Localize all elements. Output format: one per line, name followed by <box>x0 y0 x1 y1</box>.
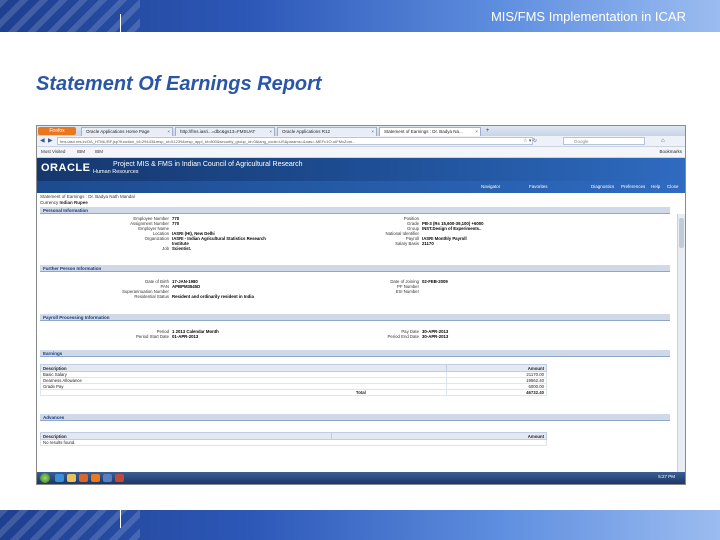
further-right: Date of Joining 02-FEB-2009 PF Number ESI… <box>390 279 448 294</box>
table-row: No results found. <box>40 439 547 446</box>
tab-label: Oracle Applications Home Page <box>86 129 150 134</box>
section-payroll: Payroll Processing Information <box>40 314 670 321</box>
firefox-menu-button[interactable]: Firefox <box>38 127 76 135</box>
oracle-banner: ORACLE Project MIS & FMS in Indian Counc… <box>37 158 685 181</box>
browser-tab-active[interactable]: Statement of Earnings : Dr. Badya Na... × <box>379 127 481 136</box>
header-underline <box>0 32 720 33</box>
bookmark-ibm[interactable]: IBM <box>77 147 85 157</box>
tab-label: Oracle Applications R12 <box>282 129 331 134</box>
slide-header-band: MIS/FMS Implementation in ICAR <box>0 0 720 33</box>
header-text: MIS/FMS Implementation in ICAR <box>490 9 686 24</box>
empty-message: No results found. <box>40 439 547 446</box>
browser-tab[interactable]: Oracle Applications Home Page × <box>81 127 173 136</box>
oracle-logo: ORACLE <box>41 162 91 174</box>
section-earnings: Earnings <box>40 350 670 357</box>
forward-icon[interactable]: ▶ <box>48 137 53 145</box>
taskbar-clock: 5:27 PM <box>658 474 675 479</box>
firefox-icon[interactable] <box>91 474 100 482</box>
close-icon[interactable]: × <box>475 128 478 136</box>
total-label: Total <box>40 389 447 396</box>
report-content: Statement of Earnings : Dr. Badya Nath M… <box>37 193 685 478</box>
personal-right: Position Grade PB-3 (Rs 15,600-39,100) +6… <box>385 216 484 246</box>
slide-title: Statement Of Earnings Report <box>36 73 322 95</box>
col-amount: Amount <box>445 364 548 372</box>
scrollbar-thumb[interactable] <box>679 218 684 248</box>
col-description: Description <box>40 432 332 440</box>
reload-icon[interactable]: ☆ ▾ ↻ <box>523 137 537 145</box>
search-input[interactable]: Google <box>563 137 645 145</box>
payroll-right: Pay Date 30-APR-2013 Period End Date 30-AP… <box>387 329 449 339</box>
col-amount: Amount <box>330 432 548 440</box>
header-divider <box>120 14 121 33</box>
app-icon[interactable] <box>103 474 112 482</box>
currency-value: Indian Rupee <box>59 200 88 205</box>
personal-left: Employee Number 770 Assignment Number 770 … <box>130 216 266 251</box>
favorites-menu[interactable]: Favorites <box>529 181 548 193</box>
total-value: 46732.40 <box>445 389 548 396</box>
close-icon[interactable]: × <box>269 128 272 136</box>
section-advances: Advances <box>40 414 670 421</box>
slide-footer-band <box>0 510 720 540</box>
windows-taskbar: 5:27 PM <box>37 472 685 484</box>
bookmarks-menu[interactable]: Bookmarks <box>659 147 682 157</box>
section-further: Further Person Information <box>40 265 670 272</box>
further-left: Date of Birth 17-JAN-1980 PAN APBPM3545D S… <box>122 279 254 299</box>
currency-label: Currency <box>40 200 59 205</box>
help-link[interactable]: Help <box>651 181 660 193</box>
back-icon[interactable]: ◀ <box>40 137 45 145</box>
ie-icon[interactable] <box>55 474 64 482</box>
col-description: Description <box>40 364 447 372</box>
oracle-global-nav: Navigator Favorites Diagnostics Preferen… <box>37 181 685 201</box>
breadcrumb: Statement of Earnings : Dr. Badya Nath M… <box>40 194 135 199</box>
navigator-menu[interactable]: Navigator <box>481 181 500 193</box>
powerpoint-icon[interactable] <box>115 474 124 482</box>
close-icon[interactable]: × <box>167 128 170 136</box>
home-icon[interactable]: ⌂ <box>661 137 665 145</box>
total-row: Total 46732.40 <box>40 389 548 396</box>
currency-row: Currency Indian Rupee <box>40 200 88 205</box>
payroll-left: Period 1 2013 Calendar Month Period Start… <box>136 329 219 339</box>
earnings-table: Description Amount Basic Salary 21170.00 … <box>40 364 548 396</box>
folder-icon[interactable] <box>67 474 76 482</box>
browser-tab[interactable]: http://fms.iasri...=dbc&gs13=FMSUAT × <box>175 127 275 136</box>
preferences-link[interactable]: Preferences <box>621 181 645 193</box>
start-icon[interactable] <box>40 473 50 483</box>
browser-url-bar: ◀ ▶ fms.iasri.res.in/OA_HTML/RF.jsp?func… <box>37 136 685 147</box>
new-tab-icon[interactable]: + <box>483 127 492 135</box>
url-input[interactable]: fms.iasri.res.in/OA_HTML/RF.jsp?function… <box>57 137 533 145</box>
tab-label: http://fms.iasri...=dbc&gs13=FMSUAT <box>180 129 256 134</box>
close-icon[interactable]: × <box>371 128 374 136</box>
bookmark-ibm-2[interactable]: IBM <box>95 147 103 157</box>
bookmark-most-visited[interactable]: Most Visited <box>41 147 65 157</box>
diagnostics-link[interactable]: Diagnostics <box>591 181 614 193</box>
browser-tab-bar: Firefox Oracle Applications Home Page × h… <box>37 126 685 136</box>
footer-decoration <box>0 510 140 540</box>
footer-divider <box>120 510 121 528</box>
advances-table: Description Amount No results found. <box>40 432 548 446</box>
header-decoration <box>0 0 140 33</box>
media-icon[interactable] <box>79 474 88 482</box>
oracle-subtitle: Human Resources <box>93 169 139 175</box>
page-scrollbar[interactable] <box>677 214 685 476</box>
browser-screenshot: Firefox Oracle Applications Home Page × h… <box>36 125 686 485</box>
banner-title: Project MIS & FMS in Indian Council of A… <box>113 161 303 168</box>
section-personal: Personal Information <box>40 207 670 214</box>
bookmarks-toolbar: Most Visited IBM IBM Bookmarks <box>37 147 685 158</box>
tab-label: Statement of Earnings : Dr. Badya Na... <box>384 129 463 134</box>
browser-tab[interactable]: Oracle Applications R12 × <box>277 127 377 136</box>
